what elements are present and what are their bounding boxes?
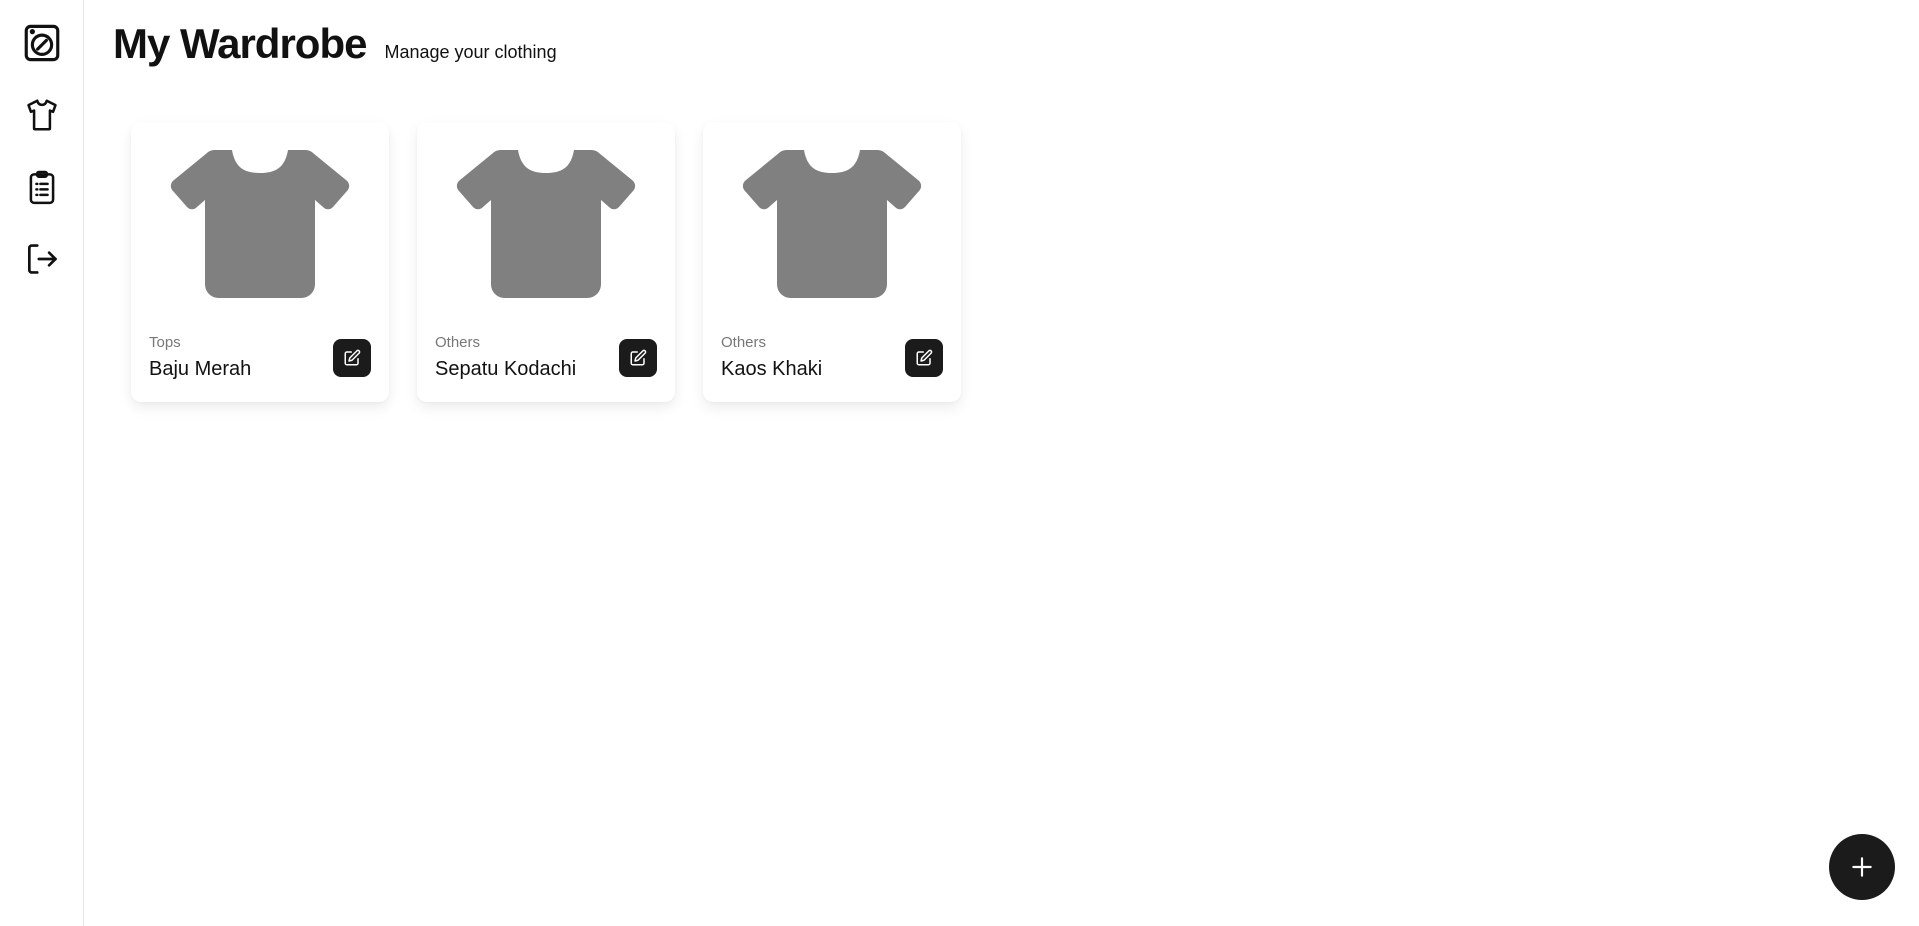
page-subtitle: Manage your clothing xyxy=(384,42,557,62)
card-meta: Others Kaos Khaki xyxy=(721,334,822,382)
edit-button[interactable] xyxy=(905,339,943,377)
edit-icon xyxy=(916,349,933,366)
card-meta: Tops Baju Merah xyxy=(149,334,251,382)
card-name: Sepatu Kodachi xyxy=(435,358,577,380)
add-clothing-button[interactable] xyxy=(1829,834,1895,900)
edit-icon xyxy=(630,349,647,366)
washing-machine-icon xyxy=(24,24,60,62)
clipboard-list-icon xyxy=(29,170,55,205)
shirt-icon xyxy=(742,150,922,298)
card-meta: Others Sepatu Kodachi xyxy=(435,334,576,382)
page-header: My Wardrobe Manage your clothing xyxy=(113,20,557,68)
shirt-icon xyxy=(456,150,636,298)
page-title: My Wardrobe xyxy=(113,20,367,67)
card-category: Tops xyxy=(149,334,181,351)
app-root: My Wardrobe Manage your clothing Tops Ba… xyxy=(0,0,1919,926)
edit-button[interactable] xyxy=(619,339,657,377)
wardrobe-grid: Tops Baju Merah Others Sepatu Kodachi Ot… xyxy=(131,122,961,402)
shirt-icon xyxy=(27,99,57,131)
plus-icon xyxy=(1852,857,1872,877)
edit-icon xyxy=(344,349,361,366)
card-name: Kaos Khaki xyxy=(721,358,823,380)
card-category: Others xyxy=(721,334,767,351)
shirt-icon xyxy=(170,150,350,298)
sidebar-item-outfits[interactable] xyxy=(18,163,66,211)
logout-icon xyxy=(27,244,57,274)
edit-button[interactable] xyxy=(333,339,371,377)
clothing-card[interactable]: Tops Baju Merah xyxy=(131,122,389,402)
clothing-card[interactable]: Others Sepatu Kodachi xyxy=(417,122,675,402)
card-category: Others xyxy=(435,334,481,351)
card-name: Baju Merah xyxy=(149,358,252,380)
sidebar xyxy=(0,0,84,926)
clothing-card[interactable]: Others Kaos Khaki xyxy=(703,122,961,402)
sidebar-item-wardrobe[interactable] xyxy=(18,91,66,139)
sidebar-item-logout[interactable] xyxy=(18,235,66,283)
sidebar-item-laundry[interactable] xyxy=(18,19,66,67)
